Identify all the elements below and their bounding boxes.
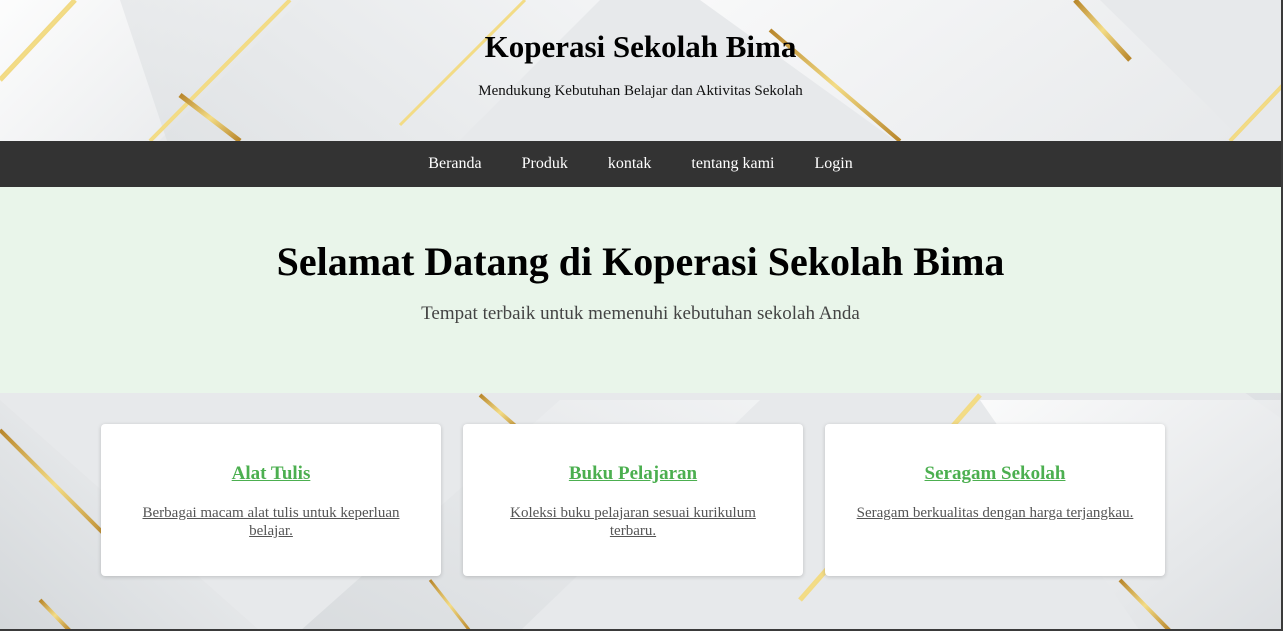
card-seragam-sekolah: Seragam Sekolah Seragam berkualitas deng… [825, 424, 1165, 576]
hero-title: Selamat Datang di Koperasi Sekolah Bima [276, 239, 1005, 284]
card-title-link[interactable]: Seragam Sekolah [851, 463, 1139, 485]
card-title-link[interactable]: Buku Pelajaran [489, 463, 777, 485]
card-description-link[interactable]: Koleksi buku pelajaran sesuai kurikulum … [489, 504, 777, 540]
hero-section: Selamat Datang di Koperasi Sekolah Bima … [0, 187, 1281, 393]
site-title: Koperasi Sekolah Bima [484, 29, 797, 64]
card-description-link[interactable]: Berbagai macam alat tulis untuk keperlua… [127, 504, 415, 540]
nav-item-tentang-kami[interactable]: tentang kami [691, 155, 774, 173]
nav-item-beranda[interactable]: Beranda [428, 155, 481, 173]
nav-item-login[interactable]: Login [814, 155, 852, 173]
site-header: Koperasi Sekolah Bima Mendukung Kebutuha… [0, 0, 1281, 141]
nav-item-kontak[interactable]: kontak [608, 155, 652, 173]
card-alat-tulis: Alat Tulis Berbagai macam alat tulis unt… [101, 424, 441, 576]
product-cards: Alat Tulis Berbagai macam alat tulis unt… [0, 393, 1281, 627]
card-title-link[interactable]: Alat Tulis [127, 463, 415, 485]
page: Koperasi Sekolah Bima Mendukung Kebutuha… [0, 0, 1283, 631]
main-nav: Beranda Produk kontak tentang kami Login [0, 141, 1281, 187]
card-description-link[interactable]: Seragam berkualitas dengan harga terjang… [851, 504, 1139, 522]
site-tagline: Mendukung Kebutuhan Belajar dan Aktivita… [478, 83, 803, 99]
card-buku-pelajaran: Buku Pelajaran Koleksi buku pelajaran se… [463, 424, 803, 576]
nav-item-produk[interactable]: Produk [522, 155, 568, 173]
hero-subtitle: Tempat terbaik untuk memenuhi kebutuhan … [421, 303, 860, 324]
